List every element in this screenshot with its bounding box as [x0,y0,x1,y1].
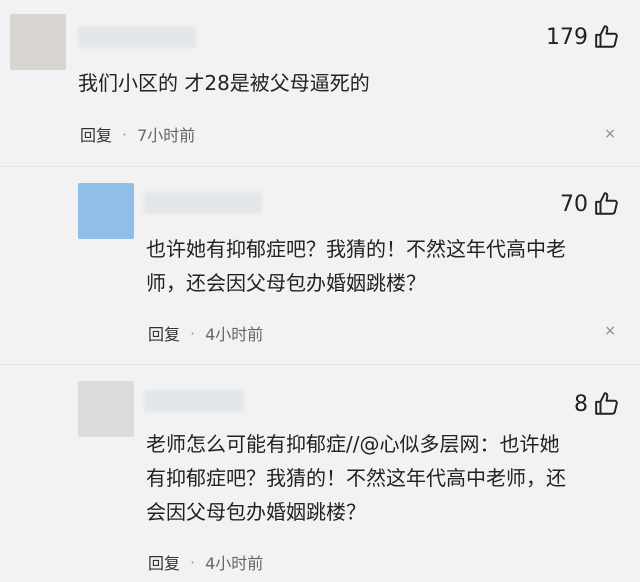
close-icon[interactable]: × [604,323,616,339]
comment-meta: 回复 · 7小时前 [80,122,195,146]
like-group[interactable]: 70 [560,191,620,217]
comment-line: 会因父母包办婚姻跳楼？ [146,500,366,524]
avatar[interactable] [78,183,134,239]
divider [0,364,640,365]
comment-line: 也许她有抑郁症吧？我猜的！不然这年代高中老 [146,237,566,261]
thumbs-up-icon[interactable] [594,391,620,417]
reply-button[interactable]: 回复 [148,321,180,345]
comment-line: 老师怎么可能有抑郁症//@心似多层网：也许她 [146,432,560,456]
separator-dot: · [122,124,128,144]
username-blurred[interactable] [144,390,244,412]
thumbs-up-icon[interactable] [594,24,620,50]
comment-text: 也许她有抑郁症吧？我猜的！不然这年代高中老 师，还会因父母包办婚姻跳楼？ [146,232,566,300]
reply-button[interactable]: 回复 [148,550,180,574]
comment-text: 我们小区的 才28是被父母逼死的 [78,66,370,100]
comment-line: 师，还会因父母包办婚姻跳楼？ [146,271,426,295]
close-icon[interactable]: × [604,126,616,142]
like-group[interactable]: 179 [546,24,620,50]
comment-line: 有抑郁症吧？我猜的！不然这年代高中老师，还 [146,466,566,490]
thumbs-up-icon[interactable] [594,191,620,217]
timestamp: 4小时前 [205,325,264,344]
comment-meta: 回复 · 4小时前 [148,321,263,345]
username-blurred[interactable] [78,26,196,48]
like-count: 70 [560,191,588,217]
separator-dot: · [190,323,196,343]
comment-text: 老师怎么可能有抑郁症//@心似多层网：也许她 有抑郁症吧？我猜的！不然这年代高中… [146,427,566,529]
timestamp: 4小时前 [205,554,264,573]
reply-button[interactable]: 回复 [80,122,112,146]
like-count: 8 [574,391,588,417]
like-group[interactable]: 8 [574,391,620,417]
timestamp: 7小时前 [137,126,196,145]
avatar[interactable] [78,381,134,437]
like-count: 179 [546,24,588,50]
separator-dot: · [190,552,196,572]
comment-line: 我们小区的 才28是被父母逼死的 [78,71,370,95]
avatar[interactable] [10,14,66,70]
divider [0,166,640,167]
comment-meta: 回复 · 4小时前 [148,550,263,574]
username-blurred[interactable] [144,192,262,214]
